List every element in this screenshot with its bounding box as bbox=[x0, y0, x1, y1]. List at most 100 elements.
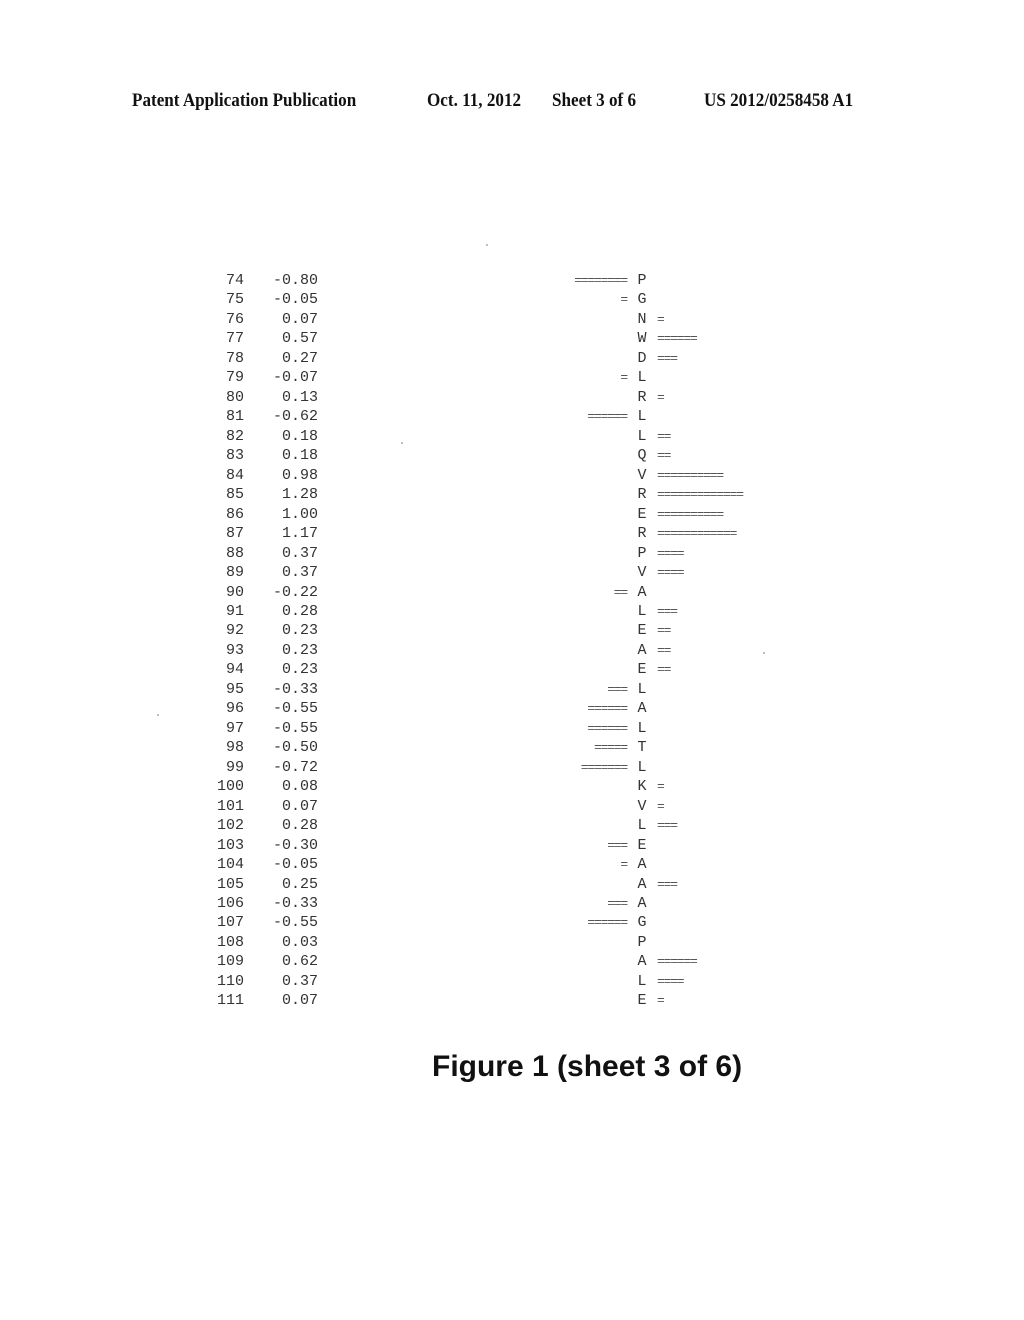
residue-letter: E bbox=[637, 622, 647, 640]
residue-letter: L bbox=[637, 758, 647, 776]
residue-letter: E bbox=[637, 992, 647, 1010]
hydropathy-value: 0.25 bbox=[281, 875, 318, 893]
positive-bar: ====== bbox=[657, 954, 698, 970]
publication-date: Oct. 11, 2012 bbox=[427, 90, 522, 111]
scan-speck bbox=[763, 652, 765, 654]
residue-index: 83 bbox=[225, 447, 244, 465]
listing-row: 81 -0.62 ====== L bbox=[0, 407, 1024, 426]
positive-bar: === bbox=[657, 350, 678, 366]
listing-row: 93 0.23 == A bbox=[0, 641, 1024, 660]
listing-row: 79 -0.07 = L bbox=[0, 368, 1024, 387]
hydropathy-value: -0.30 bbox=[272, 836, 318, 854]
positive-bar: == bbox=[657, 642, 671, 658]
scan-speck bbox=[157, 714, 159, 716]
residue-letter: R bbox=[637, 525, 647, 543]
residue-letter: V bbox=[637, 564, 647, 582]
positive-bar: ==== bbox=[657, 565, 685, 581]
residue-letter: N bbox=[637, 310, 647, 328]
listing-row: 110 0.37 ==== L bbox=[0, 972, 1024, 991]
hydropathy-value: -0.07 bbox=[272, 369, 318, 387]
positive-bar: === bbox=[657, 876, 678, 892]
listing-row: 103 -0.30 === E bbox=[0, 836, 1024, 855]
residue-index: 101 bbox=[216, 797, 244, 815]
residue-letter: L bbox=[637, 719, 647, 737]
residue-letter: P bbox=[637, 933, 647, 951]
listing-row: 106 -0.33 === A bbox=[0, 894, 1024, 913]
listing-row: 108 0.03 P bbox=[0, 933, 1024, 952]
listing-row: 82 0.18 == L bbox=[0, 427, 1024, 446]
residue-letter: D bbox=[637, 349, 647, 367]
hydropathy-value: 0.23 bbox=[281, 622, 318, 640]
residue-letter: W bbox=[637, 330, 647, 348]
hydropathy-value: -0.80 bbox=[272, 272, 318, 289]
positive-bar: ==== bbox=[657, 545, 685, 561]
residue-index: 77 bbox=[225, 330, 244, 348]
residue-letter: E bbox=[637, 661, 647, 679]
listing-row: 83 0.18 == Q bbox=[0, 446, 1024, 465]
negative-bar: ===== bbox=[593, 740, 628, 756]
residue-letter: A bbox=[637, 953, 647, 971]
negative-bar: === bbox=[607, 896, 628, 911]
hydropathy-listing: 74 -0.80 ======== P 75 -0.05 = G 76 0.07 = N 77 0.57 =… bbox=[0, 271, 1024, 1011]
residue-index: 100 bbox=[216, 778, 244, 796]
listing-row: 105 0.25 === A bbox=[0, 875, 1024, 894]
residue-letter: P bbox=[637, 544, 647, 562]
hydropathy-value: -0.05 bbox=[272, 291, 318, 309]
residue-index: 110 bbox=[216, 972, 244, 990]
hydropathy-value: -0.72 bbox=[272, 758, 318, 776]
hydropathy-value: 0.18 bbox=[281, 427, 318, 445]
hydropathy-value: -0.50 bbox=[272, 739, 318, 757]
negative-bar: === bbox=[607, 837, 628, 853]
residue-index: 107 bbox=[216, 914, 244, 932]
hydropathy-value: 0.08 bbox=[281, 778, 318, 796]
listing-row: 78 0.27 === D bbox=[0, 349, 1024, 368]
hydropathy-value: -0.22 bbox=[272, 583, 318, 601]
residue-index: 74 bbox=[225, 272, 244, 289]
listing-row: 99 -0.72 ======= L bbox=[0, 758, 1024, 777]
negative-bar: == bbox=[613, 584, 628, 600]
residue-index: 96 bbox=[225, 700, 244, 718]
hydropathy-value: 0.23 bbox=[281, 641, 318, 659]
residue-index: 98 bbox=[225, 739, 244, 757]
residue-letter: V bbox=[637, 466, 647, 484]
listing-row: 87 1.17 ============ R bbox=[0, 524, 1024, 543]
hydropathy-value: -0.05 bbox=[272, 856, 318, 874]
hydropathy-value: 0.37 bbox=[281, 972, 318, 990]
negative-bar: = bbox=[620, 370, 628, 386]
hydropathy-value: 0.27 bbox=[281, 349, 318, 367]
listing-row: 74 -0.80 ======== P bbox=[0, 271, 1024, 290]
page-header: Patent Application Publication Oct. 11, … bbox=[0, 90, 1024, 114]
hydropathy-value: 0.07 bbox=[281, 310, 318, 328]
hydropathy-value: 0.03 bbox=[281, 933, 318, 951]
residue-index: 102 bbox=[216, 817, 244, 835]
residue-index: 95 bbox=[225, 680, 244, 698]
listing-row: 97 -0.55 ====== L bbox=[0, 719, 1024, 738]
residue-letter: R bbox=[637, 388, 647, 406]
positive-bar: = bbox=[657, 311, 665, 327]
listing-row: 89 0.37 ==== V bbox=[0, 563, 1024, 582]
residue-letter: L bbox=[637, 972, 647, 990]
positive-bar: === bbox=[657, 603, 678, 619]
negative-bar: ======== bbox=[574, 273, 628, 288]
negative-bar: ====== bbox=[587, 409, 628, 425]
hydropathy-value: 0.18 bbox=[281, 447, 318, 465]
residue-index: 84 bbox=[225, 466, 244, 484]
residue-index: 75 bbox=[225, 291, 244, 309]
negative-bar: === bbox=[607, 681, 628, 697]
negative-bar: ====== bbox=[587, 720, 628, 736]
positive-bar: ====== bbox=[657, 331, 698, 347]
listing-row: 104 -0.05 = A bbox=[0, 855, 1024, 874]
listing-row: 88 0.37 ==== P bbox=[0, 544, 1024, 563]
listing-row: 107 -0.55 ====== G bbox=[0, 913, 1024, 932]
residue-index: 91 bbox=[225, 602, 244, 620]
hydropathy-value: -0.33 bbox=[272, 895, 318, 912]
listing-row: 102 0.28 === L bbox=[0, 816, 1024, 835]
listing-row: 90 -0.22 == A bbox=[0, 583, 1024, 602]
sheet-number: Sheet 3 of 6 bbox=[552, 90, 637, 111]
negative-bar: ====== bbox=[587, 701, 628, 717]
residue-letter: A bbox=[637, 856, 647, 874]
residue-letter: R bbox=[637, 486, 647, 504]
residue-index: 105 bbox=[216, 875, 244, 893]
residue-letter: E bbox=[637, 836, 647, 854]
listing-row: 92 0.23 == E bbox=[0, 621, 1024, 640]
